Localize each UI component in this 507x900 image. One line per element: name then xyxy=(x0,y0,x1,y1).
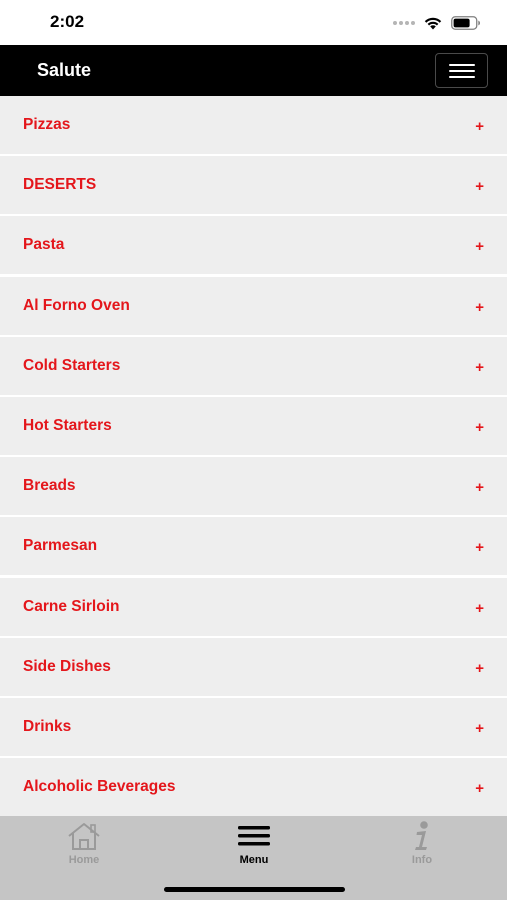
tab-home[interactable]: Home xyxy=(39,820,129,870)
tab-home-label: Home xyxy=(68,854,100,866)
status-icons xyxy=(393,13,481,33)
cellular-signal-icon xyxy=(393,21,415,25)
tab-info-label: Info xyxy=(411,854,433,866)
home-indicator[interactable] xyxy=(164,887,345,892)
home-icon xyxy=(64,820,104,852)
menu-category-side-dishes[interactable]: Side Dishes + xyxy=(0,637,507,696)
menu-category-label: Pasta xyxy=(23,236,65,254)
menu-category-alcoholic-beverages[interactable]: Alcoholic Beverages + xyxy=(0,758,507,817)
menu-category-pizzas[interactable]: Pizzas + xyxy=(0,96,507,154)
hamburger-icon xyxy=(234,820,274,852)
menu-category-hot-starters[interactable]: Hot Starters + xyxy=(0,396,507,455)
menu-category-label: Cold Starters xyxy=(23,356,121,374)
expand-plus-icon[interactable]: + xyxy=(475,299,484,316)
expand-plus-icon[interactable]: + xyxy=(475,539,484,556)
menu-category-label: Al Forno Oven xyxy=(23,296,130,314)
menu-category-label: Hot Starters xyxy=(23,416,112,434)
status-time: 2:02 xyxy=(50,12,85,31)
expand-plus-icon[interactable]: + xyxy=(475,238,484,255)
menu-category-label: Alcoholic Beverages xyxy=(23,778,176,796)
status-bar: 2:02 xyxy=(0,0,507,45)
tab-info[interactable]: Info xyxy=(377,820,467,870)
menu-category-label: Drinks xyxy=(23,717,72,735)
menu-category-al-forno-oven[interactable]: Al Forno Oven + xyxy=(0,276,507,335)
menu-category-cold-starters[interactable]: Cold Starters + xyxy=(0,336,507,395)
navigation-menu-button[interactable] xyxy=(435,53,488,88)
menu-category-label: Breads xyxy=(23,477,76,495)
expand-plus-icon[interactable]: + xyxy=(475,720,484,737)
menu-category-label: DESERTS xyxy=(23,176,97,194)
hamburger-icon-line xyxy=(448,63,475,66)
tab-menu-label: Menu xyxy=(239,854,269,866)
menu-category-pasta[interactable]: Pasta + xyxy=(0,216,507,275)
menu-category-deserts[interactable]: DESERTS + xyxy=(0,156,507,215)
expand-plus-icon[interactable]: + xyxy=(475,359,484,376)
menu-category-label: Parmesan xyxy=(23,537,98,555)
app-header: Salute xyxy=(0,45,507,96)
expand-plus-icon[interactable]: + xyxy=(475,479,484,496)
info-icon xyxy=(402,820,442,852)
expand-plus-icon[interactable]: + xyxy=(475,419,484,436)
expand-plus-icon[interactable]: + xyxy=(475,178,484,195)
menu-category-label: Carne Sirloin xyxy=(23,597,120,615)
hamburger-icon-line xyxy=(448,75,475,78)
expand-plus-icon[interactable]: + xyxy=(475,660,484,677)
wifi-icon xyxy=(424,17,442,29)
expand-plus-icon[interactable]: + xyxy=(475,600,484,617)
page-title: Salute xyxy=(37,60,92,80)
expand-plus-icon[interactable]: + xyxy=(475,780,484,797)
menu-category-carne-sirloin[interactable]: Carne Sirloin + xyxy=(0,577,507,636)
menu-category-label: Pizzas xyxy=(23,116,71,133)
menu-category-drinks[interactable]: Drinks + xyxy=(0,697,507,756)
menu-category-parmesan[interactable]: Parmesan + xyxy=(0,517,507,576)
menu-category-label: Side Dishes xyxy=(23,657,111,675)
menu-category-list: Pizzas + DESERTS + Pasta + Al Forno Oven… xyxy=(0,96,507,817)
expand-plus-icon[interactable]: + xyxy=(475,118,484,135)
menu-category-breads[interactable]: Breads + xyxy=(0,457,507,516)
tab-menu[interactable]: Menu xyxy=(209,820,299,870)
battery-icon xyxy=(451,16,480,30)
hamburger-icon-line xyxy=(448,69,475,72)
